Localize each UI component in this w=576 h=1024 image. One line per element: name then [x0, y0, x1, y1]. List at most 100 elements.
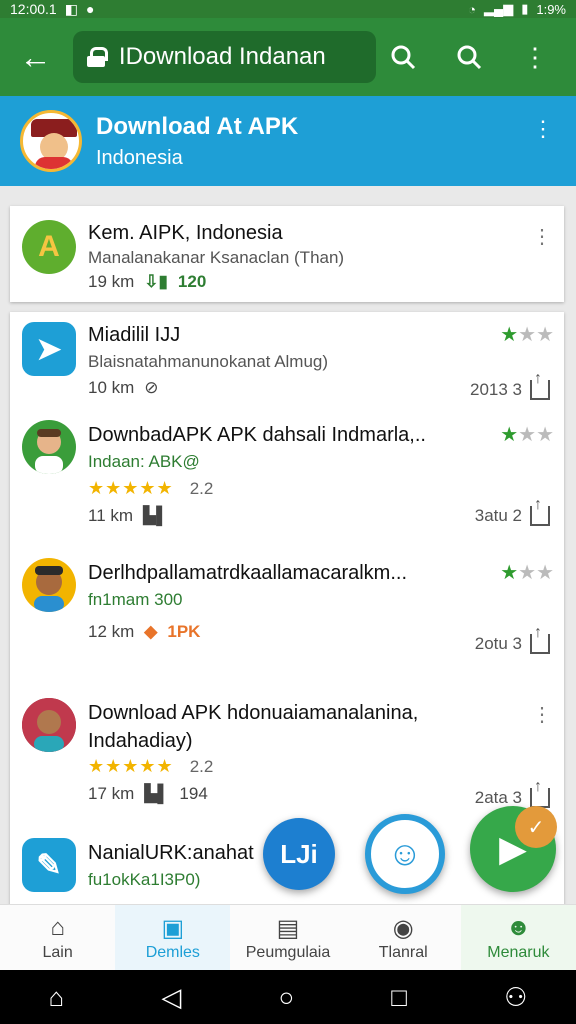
item-extra: 120 [177, 272, 207, 291]
search-input[interactable]: IDownload Indanan [72, 31, 376, 83]
grid-icon: ▤ [276, 914, 300, 942]
back-arrow-icon[interactable]: ← [14, 35, 57, 79]
nav-item-peumgulaia[interactable]: ▤ Peumgulaia [230, 905, 345, 970]
item-meta: 11 km ▙▌ [88, 506, 168, 526]
tag-icon: ◆ [144, 622, 158, 641]
item-subtitle: Blaisnatahmanunokanat Almug) [88, 352, 329, 371]
bookmark-icon: ▙▌ [143, 506, 169, 525]
recents-square-icon[interactable]: □ [391, 982, 407, 1013]
item-more-icon[interactable]: ⋮ [532, 224, 552, 249]
avatar [22, 558, 76, 612]
item-title: Miadilil IJJ [88, 324, 181, 346]
list-card-1: A Kem. AIPK, Indonesia Manalanakanar Ksa… [10, 206, 564, 302]
nav-label: Tlanral [378, 943, 428, 961]
signal-icon: ▂▄▆ [483, 1, 514, 16]
check-badge-icon: ✓ [515, 806, 557, 848]
star-rating: ★★★ [500, 324, 554, 346]
app-bar: ← IDownload Indanan ⋮ [0, 18, 576, 96]
people-icon: ☻ [505, 913, 532, 941]
nav-label: Menaruk [487, 943, 550, 961]
app-icon: A [22, 220, 76, 274]
list-item[interactable]: Download APK hdonuaiamanalanina, Indahad… [10, 692, 564, 812]
nav-item-tlanral[interactable]: ◉ Tlanral [346, 905, 461, 970]
rating-value: 2.2 [189, 478, 214, 498]
app-shortcut-button[interactable]: LJi [263, 818, 335, 890]
item-date-share[interactable]: 3atu 2 [474, 496, 550, 526]
item-meta: 17 km ▙▌ 194 [88, 784, 208, 804]
list-item[interactable]: A Kem. AIPK, Indonesia Manalanakanar Ksa… [10, 206, 564, 306]
item-date-share[interactable]: 2otu 3 [474, 624, 550, 654]
banner-title: Download At APK [96, 112, 299, 140]
wifi-icon: ◔ [468, 1, 476, 17]
item-extra: 1PK [167, 622, 201, 641]
item-subtitle: Indahadiay) [88, 730, 193, 752]
item-distance: 19 km [88, 272, 135, 291]
star-rating: ★★★★★ [88, 756, 174, 776]
item-date-share[interactable]: 2ata 3 [475, 778, 550, 808]
nav-item-demles[interactable]: ▣ Demles [115, 905, 231, 970]
bottom-nav: ⌂ Lain ▣ Demles ▤ Peumgulaia ◉ Tlanral ☻… [0, 904, 576, 970]
nav-item-lain[interactable]: ⌂ Lain [0, 905, 115, 970]
banner-subtitle: Indonesia [96, 146, 183, 169]
assistant-icon[interactable]: ⚇ [504, 982, 527, 1013]
battery-level: 1:9% [536, 1, 566, 17]
status-time: 12:00.1 [10, 1, 57, 17]
star-rating: ★★★ [500, 562, 554, 584]
download-icon: ⇩▮ [144, 272, 168, 291]
smile-button[interactable]: ☺ [365, 814, 445, 894]
item-title: DownbadAPK APK dahsali Indmarla,.. [88, 424, 426, 446]
list-item[interactable]: Derlhdpallamatrdkaallamacaralkm... fn1ma… [10, 552, 564, 662]
lock-icon [86, 47, 108, 67]
home-circle-icon[interactable]: ○ [278, 982, 294, 1013]
chat-icon: ● [85, 1, 95, 17]
app-icon: ➤ [22, 322, 76, 376]
item-subtitle: fu1okKa1I3P0) [88, 870, 201, 889]
item-title: Kem. AIPK, Indonesia [88, 222, 283, 244]
item-distance: 11 km [88, 506, 134, 525]
item-date: 3atu 2 [474, 506, 522, 525]
item-extra: 194 [179, 784, 208, 803]
back-triangle-icon[interactable]: ◁ [161, 982, 181, 1013]
location-icon: ◉ [392, 914, 414, 942]
profile-icon: ▣ [161, 914, 185, 942]
item-distance: 12 km [88, 622, 135, 641]
item-subtitle: fn1mam 300 [88, 590, 183, 609]
item-meta: 12 km ◆ 1PK [88, 622, 200, 642]
search-icon-2[interactable] [442, 30, 496, 84]
item-meta: 10 km ⊘ [88, 378, 159, 398]
share-icon[interactable] [530, 370, 550, 400]
app-icon: ✎ [22, 838, 76, 892]
item-rating-row: ★★★★★ 2.2 [88, 478, 213, 499]
system-nav-bar: ⌂ ◁ ○ □ ⚇ [0, 970, 576, 1024]
item-distance: 17 km [88, 784, 135, 803]
item-title: NanialURK:anahat [88, 842, 254, 864]
share-icon[interactable] [530, 778, 550, 808]
nav-label: Peumgulaia [245, 943, 331, 961]
nav-label: Demles [145, 943, 200, 961]
item-date: 2otu 3 [474, 634, 522, 653]
item-meta: 19 km ⇩▮ 120 [88, 272, 206, 292]
search-icon[interactable] [376, 30, 430, 84]
home-icon: ⌂ [50, 913, 65, 941]
home-icon[interactable]: ⌂ [49, 982, 65, 1013]
banner-avatar [20, 110, 82, 172]
status-bar: 12:00.1 ◧ ● ◔ ▂▄▆ ▮ 1:9% [0, 0, 576, 18]
more-vert-icon[interactable]: ⋮ [508, 30, 562, 84]
list-item[interactable]: ➤ Miadilil IJJ Blaisnatahmanunokanat Alm… [10, 312, 564, 412]
banner-more-icon[interactable]: ⋮ [532, 116, 554, 142]
rating-value: 2.2 [189, 756, 214, 776]
notification-icon: ◧ [64, 0, 78, 17]
item-more-icon[interactable]: ⋮ [532, 702, 552, 727]
star-rating-right: ★★★ [500, 424, 554, 446]
item-distance: 10 km [88, 378, 135, 397]
share-icon[interactable] [530, 624, 550, 654]
search-text: IDownload Indanan [118, 43, 326, 70]
item-subtitle: Manalanakanar Ksanaclan (Than) [88, 248, 345, 267]
item-date-share[interactable]: 2013 3 [470, 370, 550, 400]
nav-item-menaruk[interactable]: ☻ Menaruk [460, 905, 576, 970]
banner[interactable]: Download At APK Indonesia ⋮ [0, 96, 576, 186]
item-rating-row: ★★★★★ 2.2 [88, 756, 213, 777]
nav-label: Lain [42, 943, 73, 961]
share-icon[interactable] [530, 496, 550, 526]
list-item[interactable]: DownbadAPK APK dahsali Indmarla,.. Indaa… [10, 412, 564, 532]
